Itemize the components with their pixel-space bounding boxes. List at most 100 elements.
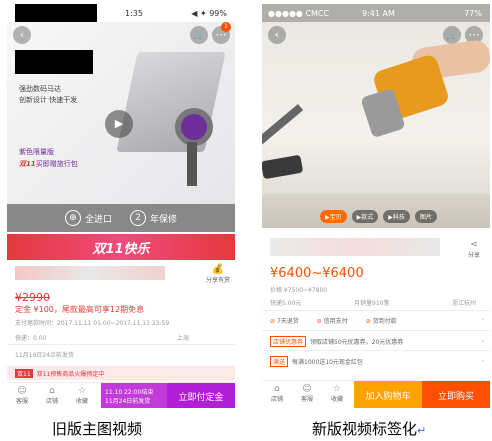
share-button[interactable]: 💰 分享有赏 — [203, 264, 233, 284]
redacted-product-title — [15, 266, 165, 280]
chevron-right-icon: › — [481, 316, 484, 323]
cart-badge: 1 — [221, 22, 231, 32]
buy-now-button[interactable]: 立即购买 — [422, 381, 490, 408]
divider — [262, 350, 490, 351]
video-tab-item[interactable]: ▶宝贝 — [320, 210, 347, 223]
video-tabs: ▶宝贝 ▶款式 ▶科技 图片 — [320, 210, 437, 223]
share-label: 分享 — [467, 252, 480, 259]
caption-left: 旧版主图视频 — [52, 420, 143, 438]
tab-store[interactable]: ⌂ 店铺 — [266, 384, 288, 403]
cart-icon[interactable]: 🛒 — [190, 26, 208, 44]
status-bar: ●●●●● CMCC 9:41 AM 77% — [262, 4, 490, 22]
main-video-area[interactable]: ‹ 🛒 ⋯ 1 强劲数码马达 创新设计 快速干发 ▶ 紫色限量版 双11买即赠旅… — [7, 22, 235, 204]
new-version-phone: ●●●●● CMCC 9:41 AM 77% ‹ 🛒 ⋯ ▶宝贝 ▶款式 ▶科技… — [262, 4, 490, 408]
old-version-phone: 1:35 ◀ ✦ 99% ‹ 🛒 ⋯ 1 强劲数码马达 创新设计 快速干发 ▶ … — [7, 4, 235, 408]
return-arrow-icon: ↵ — [417, 424, 427, 437]
play-icon[interactable]: ▶ — [105, 110, 133, 138]
share-button[interactable]: ⋖ 分享 — [462, 240, 486, 259]
tab-service[interactable]: ☺ 客服 — [11, 386, 33, 405]
countdown-end: 11.10 22:00结束 — [105, 389, 154, 396]
check-icon: ⊘ — [270, 318, 276, 325]
video-tab-label-0: 宝贝 — [329, 214, 342, 221]
promo-row[interactable]: 满送 每满1000送10元现金红包 › — [270, 356, 484, 367]
service-item: ⊘ 7天退货 — [270, 316, 299, 325]
tab-service[interactable]: ☺ 客服 — [296, 384, 318, 403]
caption-right-text: 新版视频标签化 — [312, 420, 418, 438]
product-price: ¥2990 — [15, 291, 50, 304]
redacted-title — [270, 238, 440, 256]
chevron-right-icon: › — [481, 358, 484, 365]
tab-store-label: 店铺 — [270, 396, 283, 403]
service-icon: ☺ — [17, 386, 27, 396]
presale-tag: 双11 — [15, 368, 33, 378]
coupon-row[interactable]: 店铺优惠券 领取店铺50元优惠券，20元优惠券 › — [270, 336, 484, 347]
tab-favorite[interactable]: ☆ 收藏 — [71, 386, 93, 405]
service-label-2: 货到付款 — [372, 318, 397, 325]
share-label: 分享有赏 — [205, 277, 230, 284]
status-bar: 1:35 ◀ ✦ 99% — [7, 4, 235, 32]
badge-warranty-num: 2 — [130, 210, 146, 226]
monthly-sales: 月销量910笔 — [354, 300, 390, 307]
share-icon: ⋖ — [470, 240, 478, 250]
video-tab-label-1: 款式 — [361, 214, 374, 221]
back-icon[interactable]: ‹ — [13, 26, 31, 44]
status-time: 1:35 — [125, 8, 143, 18]
tab-favorite[interactable]: ☆ 收藏 — [326, 384, 348, 403]
caption-right: 新版视频标签化↵ — [312, 418, 426, 439]
pay-deposit-button[interactable]: 立即付定金 — [167, 383, 235, 408]
coupon-tag: 店铺优惠券 — [270, 336, 307, 347]
divider — [262, 330, 490, 331]
presale-notice[interactable]: 双11 双11预售商品火爆预定中 — [7, 366, 235, 380]
battery: 77% — [464, 8, 482, 18]
video-tab-photos[interactable]: 图片 — [414, 210, 437, 223]
carrier: ●●●●● CMCC — [268, 8, 330, 18]
status-time: 9:41 AM — [362, 8, 395, 18]
tab-service-label: 客服 — [300, 396, 313, 403]
tab-store-label: 店铺 — [45, 398, 58, 405]
divider — [262, 310, 490, 311]
gift-text: 买即赠旅行包 — [35, 160, 78, 168]
back-icon[interactable]: ‹ — [268, 26, 286, 44]
countdown: 11.10 22:00结束 11月24日前发货 — [101, 383, 167, 408]
promo-line-1: 强劲数码马达 — [19, 85, 61, 93]
product-price: ¥6400~¥6400 — [270, 266, 364, 281]
video-tab-style[interactable]: ▶款式 — [351, 210, 379, 223]
countdown-ship: 11月24日前发货 — [105, 398, 151, 405]
video-tab-label-3: 图片 — [419, 214, 432, 221]
tab-favorite-label: 收藏 — [75, 398, 88, 405]
service-item: ⊘ 信用支付 — [317, 316, 348, 325]
send-date: 11月19日24点前发货 — [15, 352, 74, 359]
banner-text: 双11快乐 — [92, 241, 150, 257]
tab-service-label: 客服 — [15, 398, 28, 405]
badge-import: 全进口 — [84, 214, 112, 225]
promo-line-2: 创新设计 快速干发 — [19, 96, 78, 104]
share-icon: 💰 — [211, 264, 225, 275]
promo-edition: 紫色限量版 — [19, 148, 54, 156]
service-icon: ☺ — [302, 384, 312, 394]
vacuum-head — [262, 154, 304, 180]
tab-store[interactable]: ⌂ 店铺 — [41, 386, 63, 405]
store-icon: ⌂ — [49, 386, 55, 396]
original-price: 价格 ¥7500~¥7800 — [270, 287, 328, 294]
video-area[interactable]: ●●●●● CMCC 9:41 AM 77% ‹ 🛒 ⋯ ▶宝贝 ▶款式 ▶科技… — [262, 4, 490, 228]
service-row[interactable]: ⊘ 7天退货 ⊘ 信用支付 ⊘ 货到付款 › — [270, 316, 484, 325]
hairdryer-handle — [187, 142, 197, 186]
cart-icon[interactable]: 🛒 — [443, 26, 461, 44]
check-icon: ⊘ — [316, 318, 322, 325]
divider — [7, 344, 235, 345]
status-icons: ◀ ✦ 99% — [191, 8, 227, 18]
globe-icon: ⊕ — [64, 210, 81, 226]
bottom-bar: ☺ 客服 ⌂ 店铺 ☆ 收藏 11.10 22:00结束 11月24日前发货 立即付定… — [7, 382, 235, 408]
location: 浙江杭州 — [452, 300, 477, 307]
redacted-title — [15, 50, 93, 74]
badge-warranty: 年保修 — [150, 214, 178, 225]
video-tab-tech[interactable]: ▶科技 — [383, 210, 410, 223]
deposit-text: 定金 ¥100，尾款最高可享12期免息 — [15, 305, 145, 314]
pay-time: 支付尾款时间：2017.11.11 01:00~2017.11.11 23:59 — [15, 320, 170, 327]
double11-banner[interactable]: 双11快乐 — [7, 234, 235, 260]
add-to-cart-button[interactable]: 加入购物车 — [354, 381, 422, 408]
service-item: ⊘ 货到付款 — [366, 316, 397, 325]
bottom-bar: ⌂ 店铺 ☺ 客服 ☆ 收藏 加入购物车 立即购买 — [262, 380, 490, 408]
service-label-0: 7天退货 — [276, 318, 299, 325]
store-icon: ⌂ — [274, 384, 280, 394]
